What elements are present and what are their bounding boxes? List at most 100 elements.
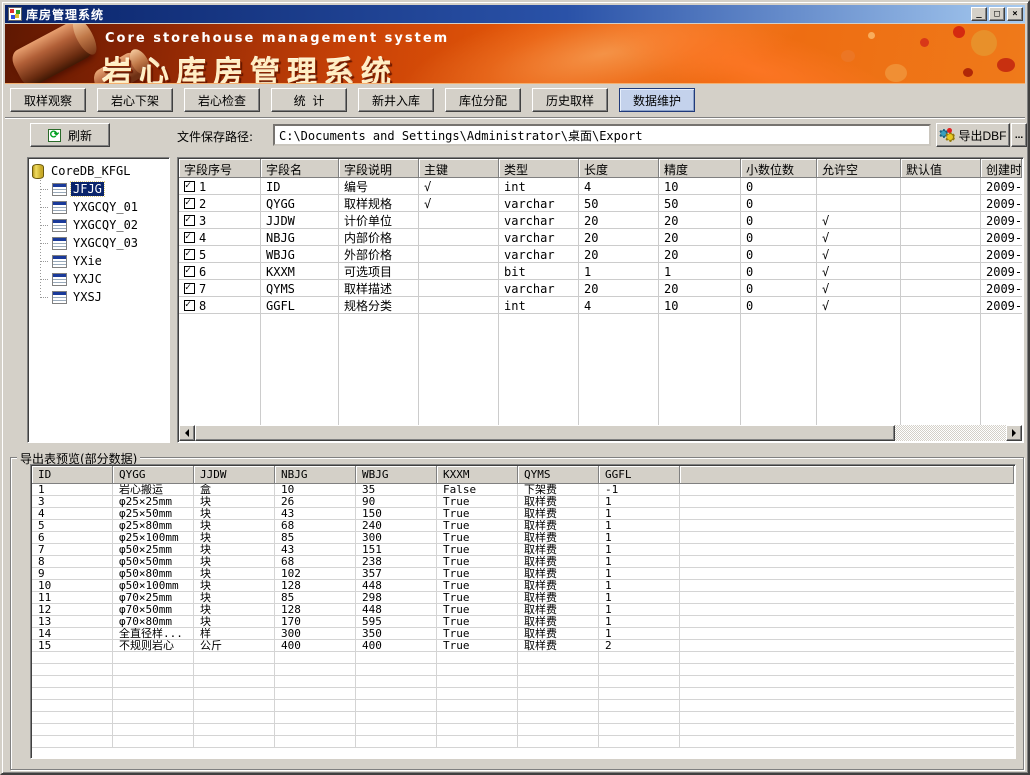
- table-row[interactable]: 10 φ50×100mm 块 128 448 True 取样费 1: [32, 580, 1014, 592]
- field-type: int: [499, 178, 579, 194]
- column-header[interactable]: 字段序号: [179, 159, 261, 178]
- database-tree-panel: CoreDB_KFGL JFJG YXGCQY_01: [27, 157, 170, 443]
- table-row[interactable]: 5 WBJG 外部价格 varchar 20 20 0 √ 2009-4-: [179, 246, 1022, 263]
- column-header[interactable]: 默认值: [901, 159, 981, 178]
- column-header[interactable]: 精度: [659, 159, 741, 178]
- toolbar-button[interactable]: 数据维护: [619, 88, 695, 112]
- field-name: ID: [261, 178, 339, 194]
- table-row[interactable]: 13 φ70×80mm 块 170 595 True 取样费 1: [32, 616, 1014, 628]
- column-header[interactable]: ID: [32, 466, 113, 484]
- column-header[interactable]: 允许空: [817, 159, 901, 178]
- column-header[interactable]: GGFL: [599, 466, 680, 484]
- cell-qyms: [518, 676, 599, 687]
- horizontal-scrollbar[interactable]: [179, 425, 1022, 441]
- row-checkbox[interactable]: [184, 181, 195, 192]
- tree-item[interactable]: YXie: [38, 252, 167, 270]
- table-row[interactable]: [32, 664, 1014, 676]
- tree-item[interactable]: JFJG: [38, 180, 167, 198]
- row-checkbox[interactable]: [184, 232, 195, 243]
- column-header[interactable]: QYGG: [113, 466, 194, 484]
- app-window: 库房管理系统 _ □ × Core storehouse management …: [0, 0, 1030, 775]
- cell-qygg: φ50×50mm: [113, 556, 194, 567]
- tree-item[interactable]: YXGCQY_01: [38, 198, 167, 216]
- column-header[interactable]: 字段名: [261, 159, 339, 178]
- browse-more-button[interactable]: ...: [1011, 123, 1027, 147]
- table-row[interactable]: [32, 688, 1014, 700]
- minimize-button[interactable]: _: [971, 7, 987, 21]
- table-row[interactable]: 4 NBJG 内部价格 varchar 20 20 0 √ 2009-4-: [179, 229, 1022, 246]
- tree-root-node[interactable]: CoreDB_KFGL: [30, 162, 167, 180]
- row-checkbox[interactable]: [184, 266, 195, 277]
- table-row[interactable]: [32, 700, 1014, 712]
- table-row[interactable]: 8 GGFL 规格分类 int 4 10 0 √ 2009-4-: [179, 297, 1022, 314]
- column-header[interactable]: 创建时: [981, 159, 1022, 178]
- banner-dot: [953, 26, 965, 38]
- column-header[interactable]: 类型: [499, 159, 579, 178]
- table-row[interactable]: 6 KXXM 可选项目 bit 1 1 0 √ 2009-4-: [179, 263, 1022, 280]
- cell-kxxm: [437, 664, 518, 675]
- table-row[interactable]: [32, 736, 1014, 748]
- close-button[interactable]: ×: [1007, 7, 1023, 21]
- table-row[interactable]: 6 φ25×100mm 块 85 300 True 取样费 1: [32, 532, 1014, 544]
- column-header[interactable]: KXXM: [437, 466, 518, 484]
- table-row[interactable]: 12 φ70×50mm 块 128 448 True 取样费 1: [32, 604, 1014, 616]
- column-header[interactable]: 长度: [579, 159, 659, 178]
- toolbar-button[interactable]: 库位分配: [445, 88, 521, 112]
- toolbar-button[interactable]: 统 计: [271, 88, 347, 112]
- column-header[interactable]: JJDW: [194, 466, 275, 484]
- maximize-button[interactable]: □: [989, 7, 1005, 21]
- refresh-button[interactable]: ⟳ 刷新: [30, 123, 110, 147]
- toolbar-button[interactable]: 取样观察: [10, 88, 86, 112]
- column-header[interactable]: WBJG: [356, 466, 437, 484]
- tree-item[interactable]: YXGCQY_03: [38, 234, 167, 252]
- cell-qyms: 取样费: [518, 556, 599, 567]
- scroll-right-button[interactable]: [1006, 425, 1022, 441]
- export-dbf-button[interactable]: 导出DBF: [936, 123, 1010, 147]
- column-header[interactable]: NBJG: [275, 466, 356, 484]
- tree-item[interactable]: YXSJ: [38, 288, 167, 306]
- toolbar-button[interactable]: 岩心检查: [184, 88, 260, 112]
- table-row[interactable]: 5 φ25×80mm 块 68 240 True 取样费 1: [32, 520, 1014, 532]
- table-row[interactable]: 3 JJDW 计价单位 varchar 20 20 0 √ 2009-4-: [179, 212, 1022, 229]
- table-row[interactable]: [32, 724, 1014, 736]
- toolbar-button[interactable]: 新井入库: [358, 88, 434, 112]
- table-row[interactable]: [32, 712, 1014, 724]
- row-checkbox[interactable]: [184, 215, 195, 226]
- title-bar[interactable]: 库房管理系统 _ □ ×: [5, 5, 1025, 23]
- table-row[interactable]: 2 QYGG 取样规格 √ varchar 50 50 0 2009-4-: [179, 195, 1022, 212]
- table-icon: [52, 201, 67, 214]
- table-row[interactable]: 3 φ25×25mm 块 26 90 True 取样费 1: [32, 496, 1014, 508]
- table-row[interactable]: 7 φ50×25mm 块 43 151 True 取样费 1: [32, 544, 1014, 556]
- row-checkbox[interactable]: [184, 249, 195, 260]
- table-row[interactable]: 14 全直径样... 样 300 350 True 取样费 1: [32, 628, 1014, 640]
- table-row[interactable]: 1 ID 编号 √ int 4 10 0 2009-4-: [179, 178, 1022, 195]
- toolbar-button[interactable]: 岩心下架: [97, 88, 173, 112]
- toolbar-button[interactable]: 历史取样: [532, 88, 608, 112]
- table-row[interactable]: [32, 676, 1014, 688]
- column-header[interactable]: 小数位数: [741, 159, 817, 178]
- table-row[interactable]: 7 QYMS 取样描述 varchar 20 20 0 √ 2009-4-: [179, 280, 1022, 297]
- row-checkbox[interactable]: [184, 283, 195, 294]
- column-header[interactable]: 字段说明: [339, 159, 419, 178]
- table-row[interactable]: 1 岩心搬运 盒 10 35 False 下架费 -1: [32, 484, 1014, 496]
- row-checkbox[interactable]: [184, 300, 195, 311]
- column-header[interactable]: QYMS: [518, 466, 599, 484]
- scrollbar-thumb[interactable]: [195, 425, 895, 441]
- scrollbar-track[interactable]: [895, 425, 1006, 441]
- save-path-label: 文件保存路径:: [177, 128, 253, 145]
- save-path-input[interactable]: [273, 124, 931, 146]
- cell-nbjg: 102: [275, 568, 356, 579]
- table-row[interactable]: 4 φ25×50mm 块 43 150 True 取样费 1: [32, 508, 1014, 520]
- tree-item[interactable]: YXJC: [38, 270, 167, 288]
- table-row[interactable]: [32, 652, 1014, 664]
- column-header[interactable]: 主键: [419, 159, 499, 178]
- table-row[interactable]: 15 不规则岩心 公斤 400 400 True 取样费 2: [32, 640, 1014, 652]
- cell-id: [32, 736, 113, 747]
- table-row[interactable]: 9 φ50×80mm 块 102 357 True 取样费 1: [32, 568, 1014, 580]
- tree-item[interactable]: YXGCQY_02: [38, 216, 167, 234]
- row-checkbox[interactable]: [184, 198, 195, 209]
- table-row[interactable]: 11 φ70×25mm 块 85 298 True 取样费 1: [32, 592, 1014, 604]
- table-row[interactable]: 8 φ50×50mm 块 68 238 True 取样费 1: [32, 556, 1014, 568]
- cell-filler: [680, 652, 1014, 663]
- scroll-left-button[interactable]: [179, 425, 195, 441]
